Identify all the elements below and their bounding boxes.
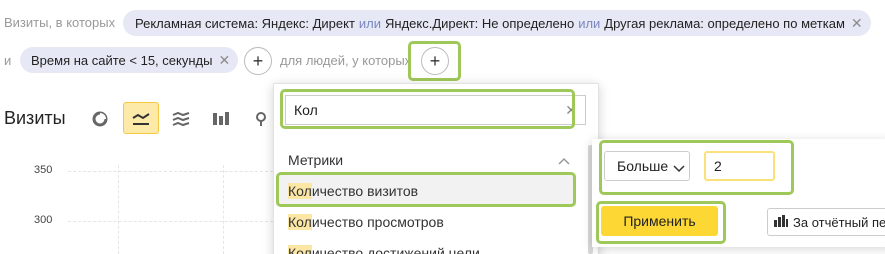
add-filter-button[interactable]: + [244, 47, 272, 75]
filter-and-prefix: и [4, 53, 12, 68]
chip-part-2: Яндекс.Директ: Не определено [385, 15, 575, 31]
chip-part-1: Рекламная система: Яндекс: Директ [135, 15, 355, 31]
apply-highlight-ring [596, 201, 726, 244]
gridline [68, 171, 273, 172]
period-label: За отчётный пе [793, 214, 885, 230]
gridline [68, 221, 273, 222]
metric-item-pageviews[interactable]: Количество просмотров [288, 214, 444, 230]
line-chart-icon[interactable] [130, 107, 152, 129]
area-chart-icon[interactable] [170, 108, 192, 130]
metric-item-goals[interactable]: Количество достижений цели [288, 245, 480, 254]
vertical-gridline [118, 165, 119, 254]
chevron-up-icon[interactable] [557, 154, 571, 165]
map-pin-icon[interactable] [250, 108, 272, 130]
filter-chip-traffic[interactable]: Рекламная система: Яндекс: Директ или Ян… [123, 10, 871, 36]
add-people-filter-button[interactable]: + [421, 47, 449, 75]
filter-chip-time[interactable]: Время на сайте < 15, секунды ✕ [20, 47, 239, 73]
chip-or-1: или [358, 15, 382, 31]
chip-part-3: Другая реклама: определено по меткам [604, 15, 845, 31]
chart-title: Визиты [4, 108, 66, 128]
close-icon[interactable]: ✕ [851, 16, 863, 30]
period-button[interactable]: За отчётный пе [767, 208, 885, 236]
chip-or-2: или [578, 15, 601, 31]
vertical-gridline [223, 165, 224, 254]
visits-highlight-ring [276, 172, 576, 207]
calendar-icon [774, 214, 788, 230]
filter-prefix: Визиты, в которых [4, 15, 116, 30]
close-icon[interactable]: ✕ [218, 53, 230, 67]
y-tick-350: 350 [34, 164, 53, 176]
bar-chart-icon[interactable] [210, 108, 232, 130]
y-tick-300: 300 [34, 214, 53, 226]
condition-highlight-ring [599, 140, 794, 195]
section-metrics-title: Метрики [288, 152, 344, 168]
pie-chart-icon[interactable] [89, 108, 111, 130]
search-highlight-ring [280, 89, 575, 129]
people-filter-label: для людей, у которых [280, 53, 412, 68]
chip-time-label: Время на сайте < 15, секунды [31, 52, 213, 68]
